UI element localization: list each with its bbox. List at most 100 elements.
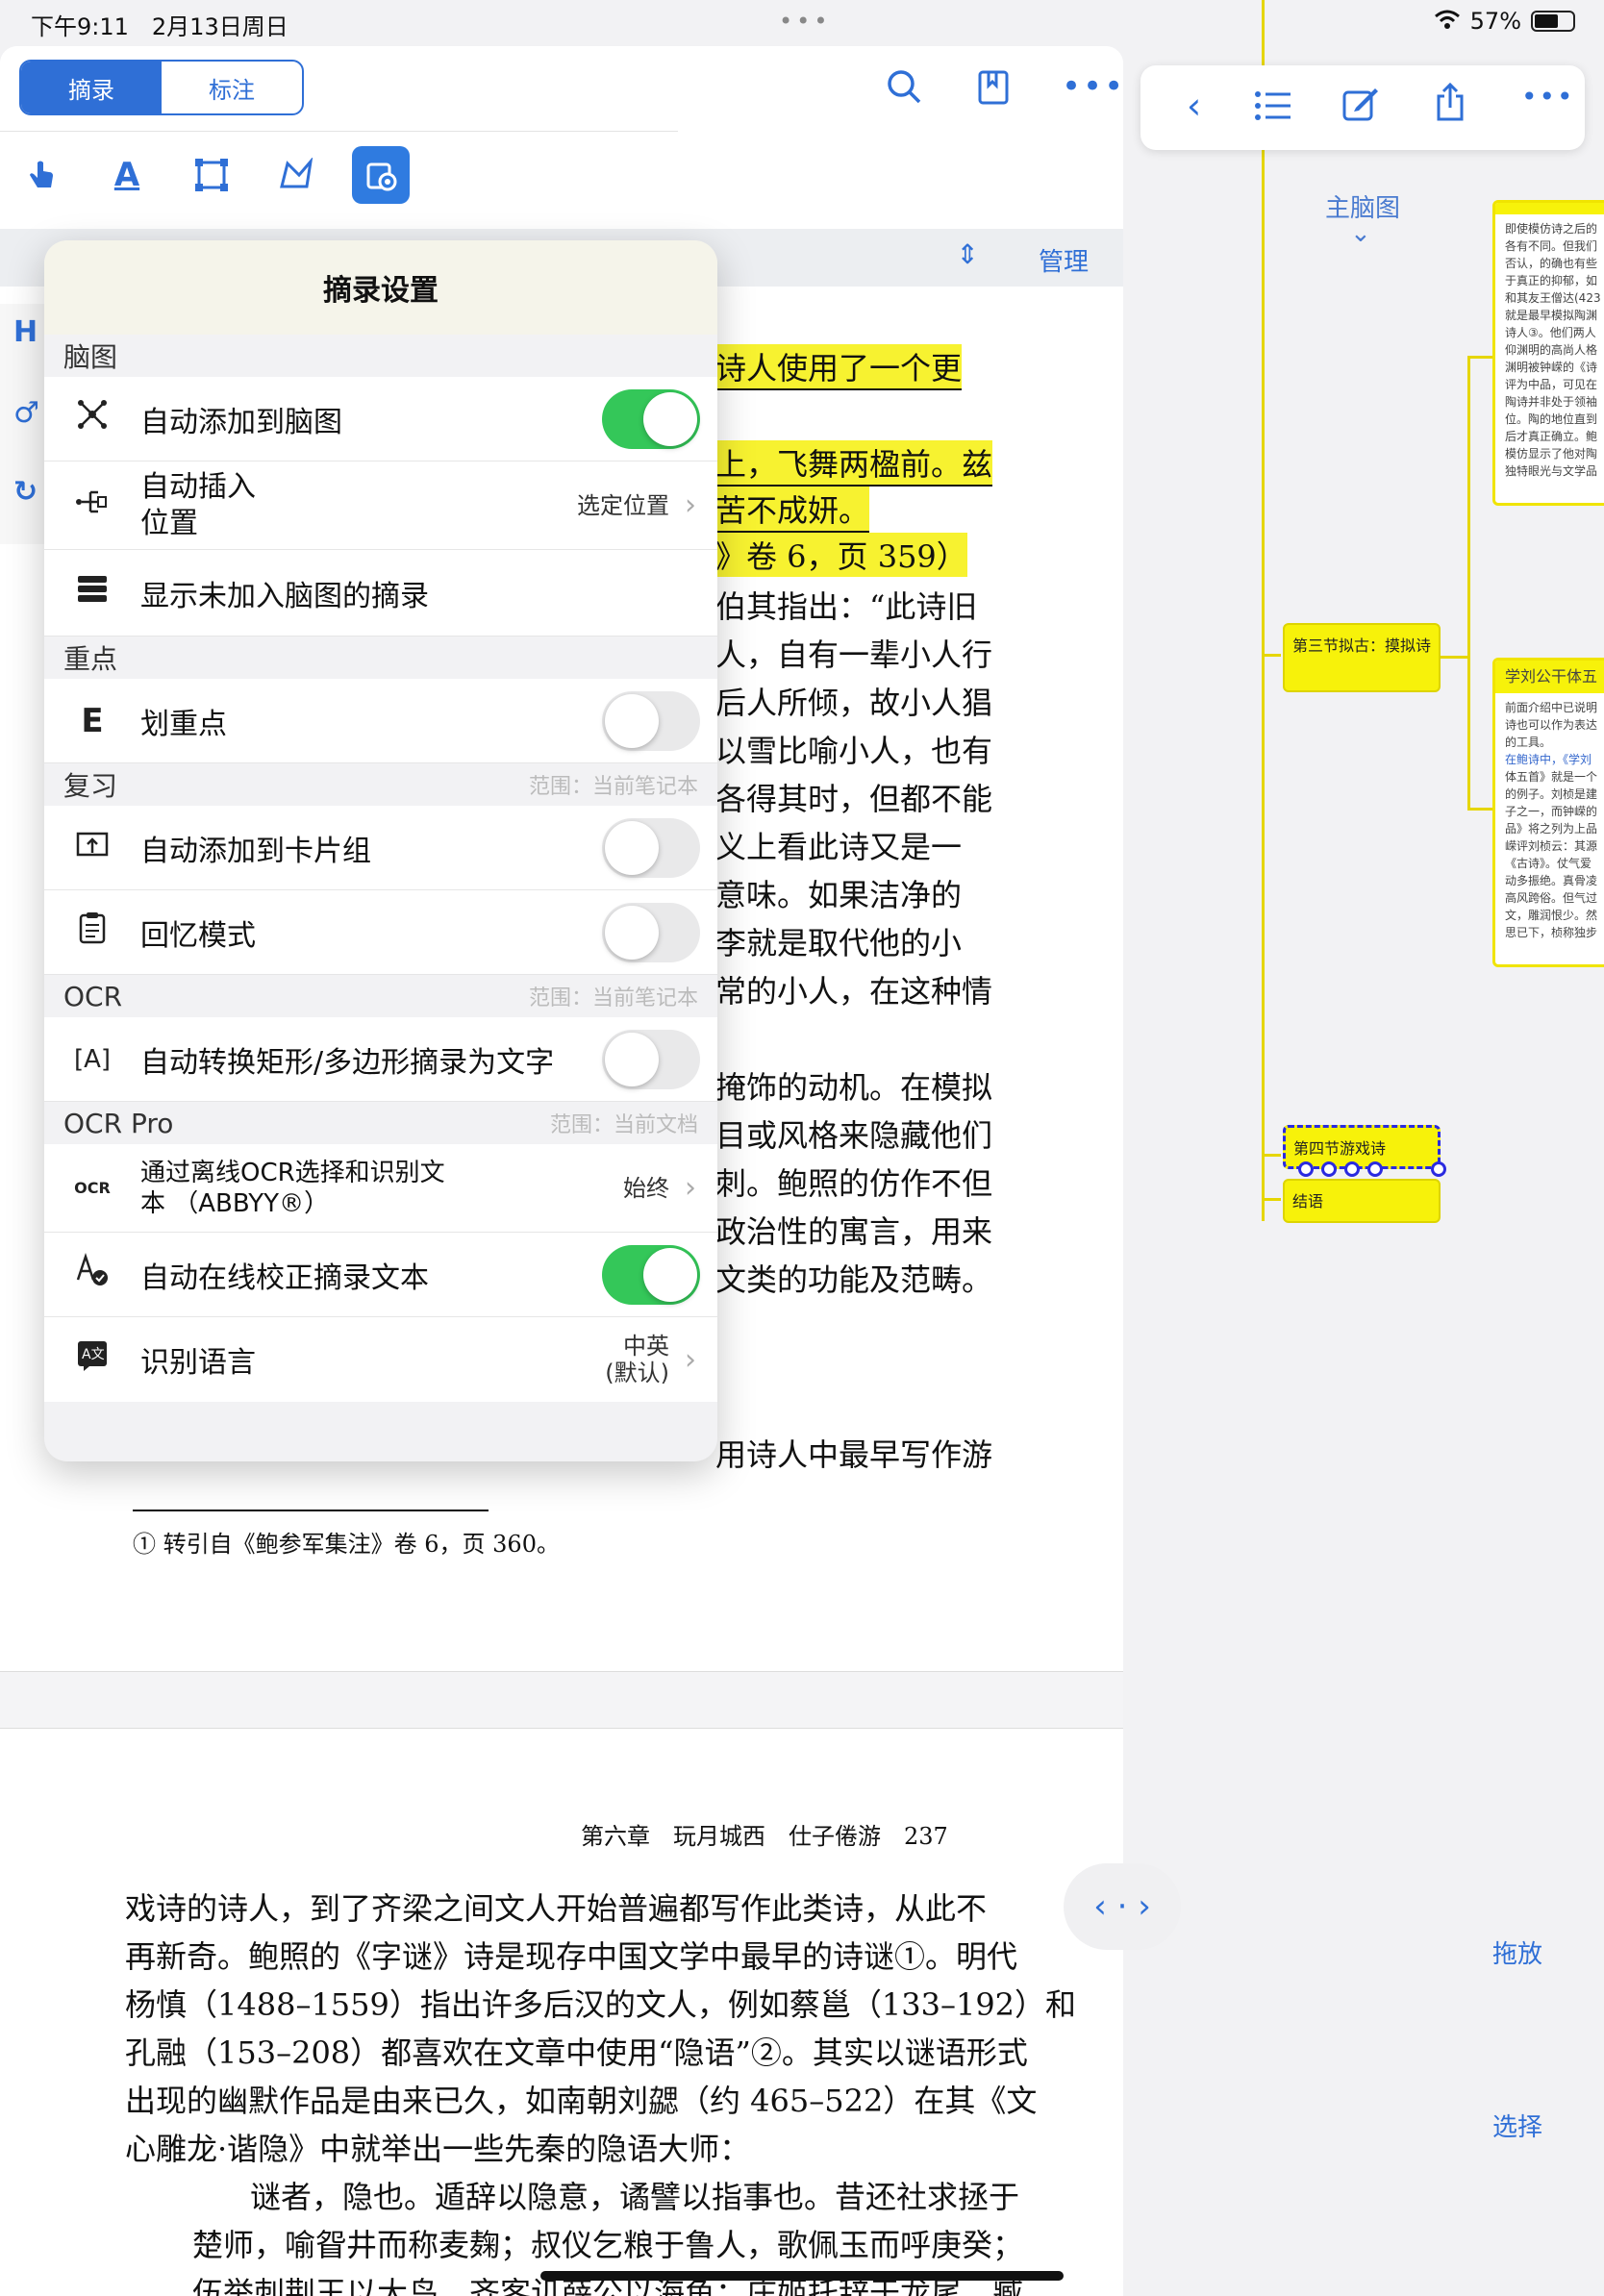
- footnote: ① 转引自《鲍参军集注》卷 6，页 360。: [133, 1531, 560, 1558]
- svg-text:A文: A文: [82, 1347, 105, 1362]
- text-line[interactable]: 政治性的寓言，用来: [715, 1208, 992, 1252]
- note-line: 各有不同。但我们: [1505, 239, 1598, 253]
- link-icon[interactable]: ♂: [13, 396, 39, 430]
- selection-handle[interactable]: [1344, 1161, 1360, 1177]
- text-line[interactable]: 再新奇。鲍照的《字谜》诗是现存中国文学中最早的诗谜①。明代: [125, 1933, 1017, 1977]
- text-line[interactable]: 楚师，喻眢井而称麦麹；叔仪乞粮于鲁人，歌佩玉而呼庚癸；: [192, 2221, 1023, 2265]
- text-highlight-icon[interactable]: A: [98, 146, 156, 204]
- refresh-icon[interactable]: ↻: [13, 475, 38, 509]
- mindmap-branch-line: [1467, 356, 1470, 808]
- row-label: 划重点: [140, 707, 227, 741]
- excerpt-settings-popover: 摘录设置 脑图 自动添加到脑图 自动插入 位置 选定位置 › 显示未加入脑图的摘录…: [44, 240, 717, 1461]
- text-line[interactable]: 文类的功能及范畴。: [715, 1256, 992, 1300]
- selection-handle[interactable]: [1367, 1161, 1383, 1177]
- text-line[interactable]: 掩饰的动机。在模拟: [715, 1063, 992, 1108]
- note-line: 渊明被钟嵘的《诗: [1505, 361, 1598, 374]
- mindmap-node-conclusion[interactable]: 结语: [1283, 1179, 1441, 1223]
- text-line[interactable]: 上，飞舞两楹前。兹: [715, 440, 993, 487]
- text-line[interactable]: 心雕龙·谐隐》中就举出一些先秦的隐语大师：: [125, 2125, 750, 2169]
- highlight-row[interactable]: E 划重点: [44, 679, 717, 763]
- more-icon[interactable]: •••: [1062, 67, 1123, 106]
- text-line[interactable]: 常的小人，在这种情: [715, 967, 992, 1011]
- chevron-down-icon[interactable]: ⌄: [1350, 219, 1371, 248]
- text-line[interactable]: 义上看此诗又是一: [715, 823, 962, 867]
- text-line[interactable]: 各得其时，但都不能: [715, 775, 992, 819]
- auto-add-to-mindmap-row[interactable]: 自动添加到脑图: [44, 377, 717, 462]
- auto-correct-toggle[interactable]: [602, 1244, 700, 1305]
- highlight-toggle[interactable]: [602, 690, 700, 751]
- translate-icon: A文: [44, 1339, 140, 1381]
- auto-convert-ocr-toggle[interactable]: [602, 1029, 700, 1089]
- status-bar: 下午9:11 2月13日周日 ••• 57%: [0, 0, 1604, 44]
- text-line[interactable]: 目或风格来隐藏他们: [715, 1111, 992, 1156]
- select-button[interactable]: 选择: [1469, 2077, 1566, 2173]
- chevron-right-icon: ›: [685, 1342, 696, 1377]
- side-mini-tools: H ♂ ↻: [0, 304, 46, 544]
- selection-handle[interactable]: [1298, 1161, 1314, 1177]
- home-indicator[interactable]: [540, 2271, 1064, 2281]
- text-line[interactable]: 》卷 6，页 359）: [715, 533, 967, 577]
- more-icon[interactable]: •••: [1521, 81, 1575, 112]
- rect-select-icon[interactable]: [183, 146, 240, 204]
- note-line: 文，雕润恨少。然: [1505, 909, 1598, 922]
- text-line[interactable]: 戏诗的诗人，到了齐梁之间文人开始普遍都写作此类诗，从此不: [125, 1884, 987, 1929]
- edit-icon[interactable]: [1342, 87, 1379, 130]
- auto-correct-row[interactable]: 自动在线校正摘录文本: [44, 1233, 717, 1317]
- back-icon[interactable]: ‹: [1187, 85, 1201, 127]
- insert-branch-icon: [44, 487, 140, 525]
- text-line[interactable]: 用诗人中最早写作游: [715, 1431, 992, 1475]
- hand-pointer-icon[interactable]: [13, 146, 71, 204]
- mindmap-branch-line: [1441, 656, 1469, 659]
- bookmark-icon[interactable]: [977, 69, 1010, 114]
- text-line[interactable]: 刺。鲍照的仿作不但: [715, 1160, 992, 1204]
- text-line[interactable]: 谜者，隐也。遁辞以隐意，谲譬以指事也。昔还社求拯于: [250, 2173, 1019, 2217]
- lasso-icon[interactable]: [267, 146, 325, 204]
- multitask-dots[interactable]: •••: [779, 8, 831, 35]
- auto-convert-ocr-row[interactable]: [A] 自动转换矩形/多边形摘录为文字: [44, 1017, 717, 1102]
- search-icon[interactable]: [885, 67, 923, 114]
- sort-icon[interactable]: ⇕: [957, 238, 979, 270]
- auto-add-to-cards-row[interactable]: 自动添加到卡片组: [44, 806, 717, 890]
- text-line[interactable]: 孔融（153–208）都喜欢在文章中使用“隐语”②。其实以谜语形式: [125, 2029, 1028, 2073]
- text-line[interactable]: 意味。如果洁净的: [715, 871, 962, 915]
- text-line[interactable]: 人，自有一辈小人行: [715, 631, 992, 675]
- text-line[interactable]: 诗人使用了一个更: [715, 344, 963, 390]
- auto-insert-position-row[interactable]: 自动插入 位置 选定位置 ›: [44, 462, 717, 550]
- list-icon[interactable]: [1254, 88, 1292, 131]
- text-line[interactable]: 伯其指出：“此诗旧: [715, 583, 977, 627]
- show-unadded-excerpts-row[interactable]: 显示未加入脑图的摘录: [44, 550, 717, 636]
- text-line[interactable]: 李就是取代他的小: [715, 919, 962, 963]
- text-line[interactable]: 后人所倾，故小人猖: [715, 679, 992, 723]
- mindmap-branch-line: [1262, 1154, 1281, 1157]
- manage-button[interactable]: 管理: [1039, 242, 1089, 278]
- recall-mode-toggle[interactable]: [602, 902, 700, 962]
- ocr-frame-icon: [A]: [73, 1044, 112, 1074]
- segment-excerpt[interactable]: 摘录: [21, 62, 162, 113]
- page-nav-pill[interactable]: ‹ · ›: [1064, 1863, 1181, 1950]
- mode-segmented-control[interactable]: 摘录 标注: [19, 60, 304, 115]
- excerpt-settings-icon[interactable]: [352, 146, 410, 204]
- note-line: 前面介绍中已说明: [1505, 701, 1598, 714]
- text-line[interactable]: 出现的幽默作品是由来已久，如南朝刘勰（约 465–522）在其《文: [125, 2077, 1037, 2121]
- mindmap-node-icon: [44, 397, 140, 440]
- text-line[interactable]: 以雪比喻小人，也有: [715, 727, 992, 771]
- mindmap-note-card[interactable]: 学刘公干体五 前面介绍中已说明 诗也可以作为表达 的工具。 在鲍诗中，《学刘 体…: [1492, 658, 1604, 967]
- recognition-language-row[interactable]: A文 识别语言 中英 (默认) ›: [44, 1317, 717, 1402]
- heading-icon[interactable]: H: [13, 315, 38, 349]
- text-line[interactable]: 杨慎（1488–1559）指出许多后汉的文人，例如蔡邕（133–192）和: [125, 1981, 1076, 2025]
- mindmap-node-section3[interactable]: 第三节拟古：摸拟诗: [1283, 623, 1441, 692]
- text-line[interactable]: 苦不成妍。: [715, 487, 870, 533]
- auto-add-to-mindmap-toggle[interactable]: [602, 388, 700, 449]
- note-line: 后才真正确立。鲍: [1505, 430, 1598, 443]
- wifi-icon: [1434, 8, 1461, 35]
- recall-mode-row[interactable]: 回忆模式: [44, 890, 717, 975]
- mindmap-note-card[interactable]: 即使模仿诗之后的 各有不同。但我们 否认，的确也有些 于真正的抑郁，如 和其友王…: [1492, 200, 1604, 506]
- selection-handle[interactable]: [1431, 1161, 1446, 1177]
- auto-add-to-cards-toggle[interactable]: [602, 817, 700, 878]
- offline-ocr-row[interactable]: OCR 通过离线OCR选择和识别文本 （ABBYY®） 始终 ›: [44, 1144, 717, 1233]
- selection-handle[interactable]: [1321, 1161, 1337, 1177]
- drag-button[interactable]: 拖放: [1469, 1904, 1566, 2000]
- segment-annotate[interactable]: 标注: [162, 62, 302, 113]
- mindmap-trunk-line: [1262, 0, 1265, 1221]
- share-icon[interactable]: [1435, 82, 1466, 130]
